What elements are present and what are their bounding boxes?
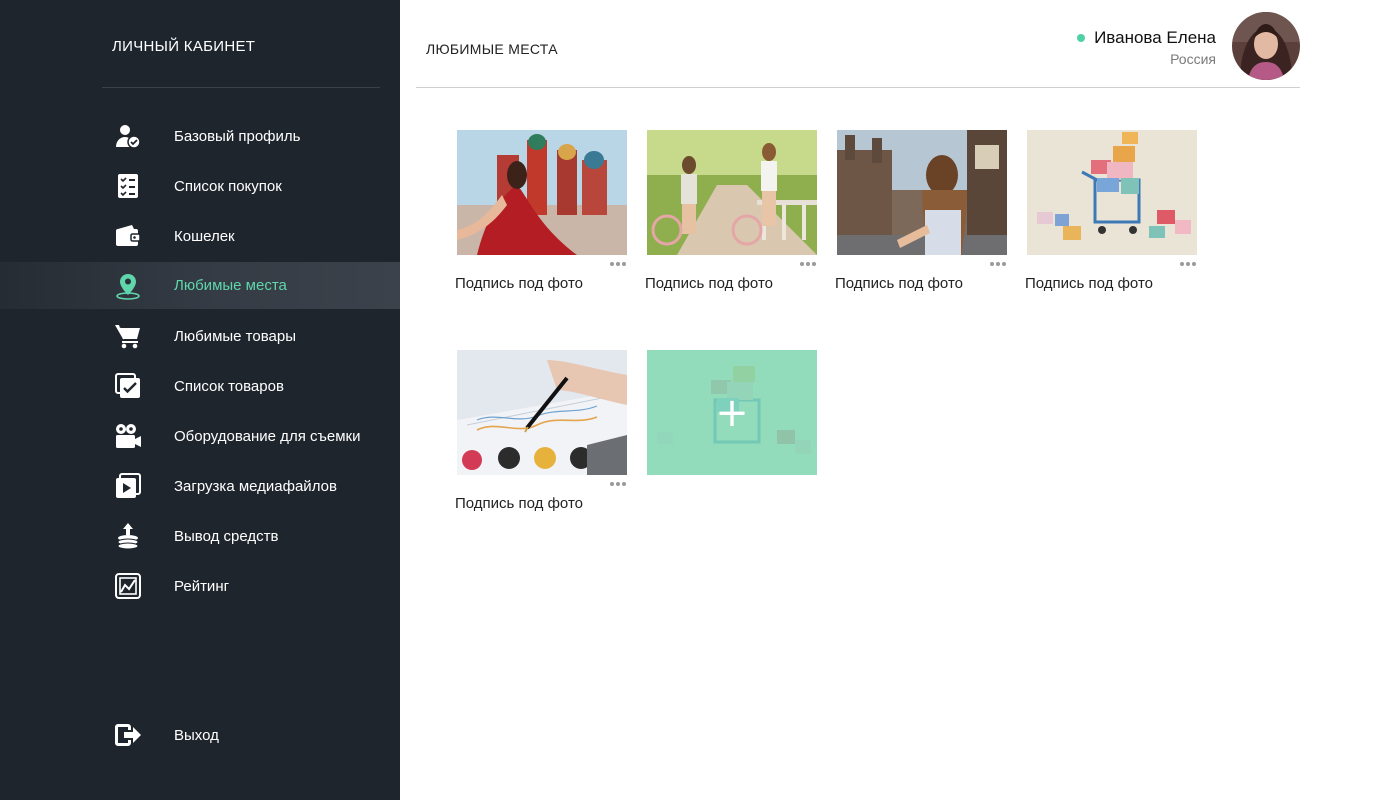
sidebar-item-rating[interactable]: Рейтинг: [0, 561, 400, 611]
sidebar-item-label: Список покупок: [174, 177, 282, 195]
photo-card: Подпись под фото: [1025, 130, 1199, 292]
sidebar-item-label: Оборудование для съемки: [174, 427, 361, 445]
video-camera-icon: [113, 421, 143, 451]
avatar[interactable]: [1232, 12, 1300, 80]
sidebar-item-favorite-places[interactable]: Любимые места: [0, 262, 400, 309]
sidebar-item-label: Любимые места: [174, 277, 287, 294]
sidebar-item-filming-equipment[interactable]: Оборудование для съемки: [0, 411, 400, 461]
sidebar-item-label: Вывод средств: [174, 527, 279, 545]
plus-icon: +: [715, 389, 749, 436]
sidebar-item-withdraw[interactable]: Вывод средств: [0, 511, 400, 561]
user-name-row: Иванова Елена: [1077, 28, 1216, 48]
sidebar-item-wallet[interactable]: Кошелек: [0, 211, 400, 261]
map-pin-icon: [113, 271, 143, 301]
photo-thumbnail[interactable]: [457, 130, 627, 255]
logout-button[interactable]: Выход: [0, 710, 400, 760]
photo-caption: Подпись под фото: [455, 495, 583, 512]
checked-list-icon: [113, 371, 143, 401]
sidebar: ЛИЧНЫЙ КАБИНЕТ Базовый профиль Список по…: [0, 0, 400, 800]
sidebar-item-favorite-goods[interactable]: Любимые товары: [0, 311, 400, 361]
sidebar-item-media-upload[interactable]: Загрузка медиафайлов: [0, 461, 400, 511]
photo-thumbnail[interactable]: [457, 350, 627, 475]
user-info: Иванова Елена Россия: [1077, 28, 1216, 67]
add-photo-button[interactable]: +: [647, 350, 817, 475]
media-upload-icon: [113, 471, 143, 501]
photo-thumbnail[interactable]: [837, 130, 1007, 255]
rating-chart-icon: [113, 571, 143, 601]
sidebar-item-label: Базовый профиль: [174, 127, 301, 145]
sidebar-item-label: Любимые товары: [174, 327, 296, 345]
wallet-icon: [113, 221, 143, 251]
more-options-button[interactable]: [607, 478, 629, 490]
more-options-button[interactable]: [1177, 258, 1199, 270]
checklist-icon: [113, 171, 143, 201]
more-options-button[interactable]: [607, 258, 629, 270]
photo-caption: Подпись под фото: [455, 275, 583, 292]
photo-card: Подпись под фото: [455, 130, 629, 292]
cart-icon: [113, 321, 143, 351]
photo-thumbnail[interactable]: [1027, 130, 1197, 255]
photo-thumbnail[interactable]: [647, 130, 817, 255]
logout-icon: [113, 720, 143, 750]
photo-caption: Подпись под фото: [1025, 275, 1153, 292]
user-name: Иванова Елена: [1094, 28, 1216, 47]
photo-card: Подпись под фото: [835, 130, 1009, 292]
sidebar-item-label: Кошелек: [174, 227, 235, 245]
sidebar-item-purchase-list[interactable]: Список покупок: [0, 161, 400, 211]
sidebar-item-label: Загрузка медиафайлов: [174, 477, 337, 495]
coins-withdraw-icon: [113, 521, 143, 551]
page-title: ЛЮБИМЫЕ МЕСТА: [426, 41, 558, 57]
online-status-indicator: [1077, 34, 1086, 42]
user-country: Россия: [1170, 51, 1216, 67]
sidebar-item-base-profile[interactable]: Базовый профиль: [0, 111, 400, 161]
sidebar-item-label: Рейтинг: [174, 577, 230, 595]
photo-card: Подпись под фото: [645, 130, 819, 292]
sidebar-nav: Базовый профиль Список покупок Кошелек Л…: [0, 111, 400, 611]
sidebar-item-goods-list[interactable]: Список товаров: [0, 361, 400, 411]
photo-caption: Подпись под фото: [835, 275, 963, 292]
sidebar-divider: [102, 87, 380, 88]
sidebar-title: ЛИЧНЫЙ КАБИНЕТ: [112, 38, 256, 55]
more-options-button[interactable]: [797, 258, 819, 270]
more-options-button[interactable]: [987, 258, 1009, 270]
user-check-icon: [113, 121, 143, 151]
header: ЛЮБИМЫЕ МЕСТА Иванова Елена Россия: [416, 0, 1300, 88]
sidebar-item-label: Список товаров: [174, 377, 284, 395]
photo-caption: Подпись под фото: [645, 275, 773, 292]
logout-label: Выход: [174, 726, 219, 744]
photo-card: Подпись под фото: [455, 350, 629, 512]
